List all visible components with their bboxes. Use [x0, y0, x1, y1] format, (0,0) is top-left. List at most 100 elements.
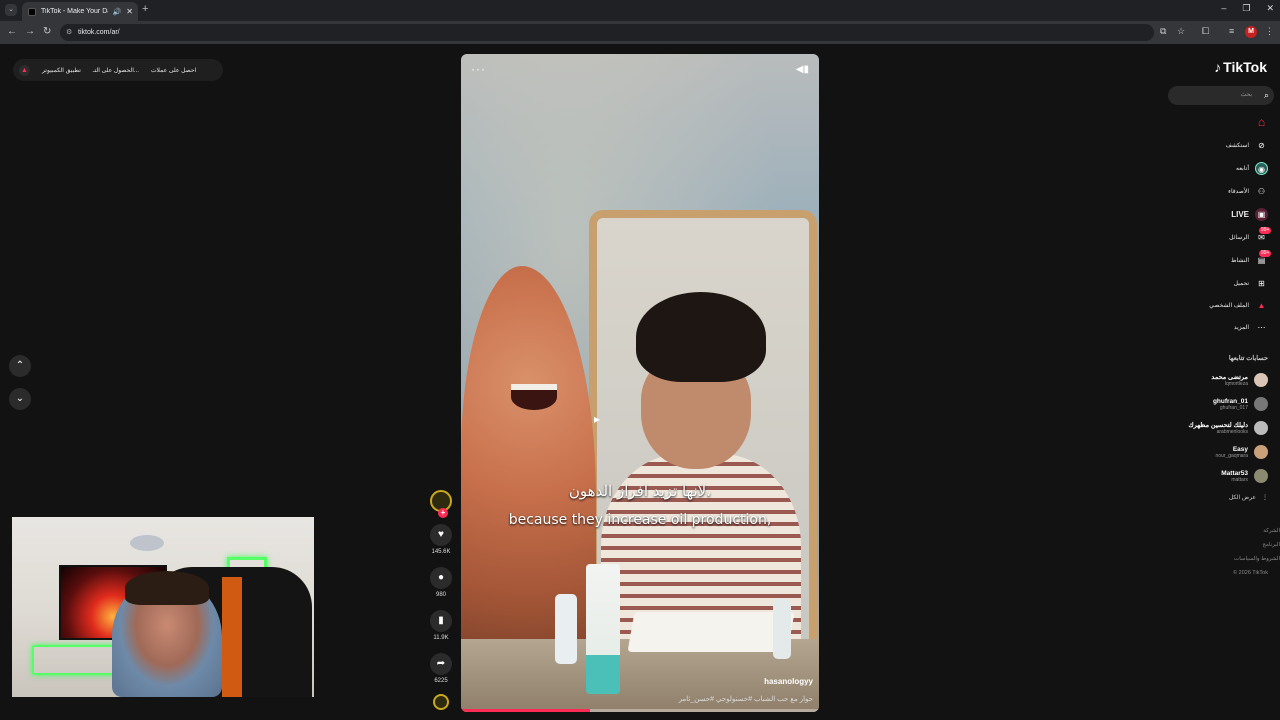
sidebar-item-more[interactable]: المزيد ⋯: [1234, 318, 1268, 336]
sidebar-item-activity[interactable]: النشاط ▤ 99+: [1230, 249, 1272, 269]
video-player[interactable]: ··· ◀▮ لانها تزيد افراز الدهون، because …: [461, 54, 819, 712]
bookmark-icon[interactable]: ▮: [430, 610, 452, 632]
notification-badge: 99+: [1259, 226, 1272, 234]
media-controls-icon[interactable]: ≡: [1229, 26, 1234, 36]
video-bottle-2: [773, 599, 791, 659]
like-heart-icon[interactable]: ♥: [430, 524, 452, 546]
follow-plus-icon[interactable]: +: [438, 508, 448, 518]
live-icon: ▣: [1255, 207, 1268, 221]
video-boy-hair: [636, 292, 766, 382]
footer-link[interactable]: البرنامج: [1220, 542, 1280, 548]
video-progress-bar[interactable]: [461, 709, 819, 712]
sidebar-item-friends[interactable]: الأصدقاء ⚇: [1228, 182, 1268, 200]
subtitle-arabic: لانها تزيد افراز الدهون،: [568, 482, 712, 500]
account-username: arabmenlooks: [1216, 429, 1248, 435]
compass-icon: ⊘: [1258, 140, 1265, 150]
footer-link: © 2026 TikTok: [1233, 570, 1268, 576]
sidebar-item-messages[interactable]: الرسائل ✉ 99+: [1229, 226, 1272, 246]
volume-icon[interactable]: ◀▮: [796, 64, 809, 75]
account-username: lqmortleza: [1224, 381, 1248, 387]
see-all-label: عرض الكل: [1228, 495, 1256, 501]
new-tab-button[interactable]: +: [142, 3, 148, 15]
sidebar-item-compass[interactable]: استكشف ⊘: [1226, 136, 1268, 154]
previous-video-button[interactable]: ⌃: [9, 355, 31, 377]
sidebar-item-upload[interactable]: تحميل ⊞: [1234, 274, 1268, 292]
video-book: [627, 612, 795, 652]
music-disc-icon[interactable]: [433, 694, 449, 710]
close-tab-icon[interactable]: ✕: [126, 7, 133, 16]
avatar: [1254, 445, 1268, 459]
url-text: tiktok.com/ar/: [78, 29, 120, 36]
forward-icon[interactable]: →: [25, 26, 35, 37]
sidebar-item-label: المزيد: [1233, 324, 1249, 331]
following-title: حسابات تتابعها: [1228, 355, 1268, 362]
sidebar-item-label: استكشف: [1225, 142, 1249, 149]
footer-link[interactable]: الشركة: [1220, 528, 1280, 534]
speaker-icon[interactable]: 🔊: [113, 8, 122, 16]
sidebar-item-label: النشاط: [1230, 257, 1249, 264]
messages-icon: ✉ 99+: [1258, 226, 1272, 242]
footer-link[interactable]: الشروط والسياسات: [1220, 556, 1280, 562]
following-account[interactable]: Easy nour_gaqmara: [1215, 442, 1268, 462]
tiktok-note-icon: ♪: [1214, 59, 1222, 75]
sidebar-item-live[interactable]: LIVE ▣: [1231, 205, 1268, 223]
following-account[interactable]: مرتضى محمد lqmortleza: [1211, 370, 1268, 390]
sidebar-item-profile[interactable]: الملف الشخصي ▲: [1209, 296, 1268, 314]
mouse-cursor-icon: ▸: [594, 412, 601, 426]
ceiling-lamp: [130, 535, 164, 551]
get-app-link[interactable]: الحصول على التـ...: [93, 67, 139, 74]
logo-text: TikTok: [1223, 59, 1267, 75]
browser-tabstrip: ⌄ TikTok - Make Your Day 🔊 ✕ + – ❐ ✕: [0, 0, 1280, 21]
account-name: Mattar53: [1221, 469, 1248, 477]
tiktok-favicon-icon: [28, 7, 36, 16]
creator-avatar[interactable]: +: [430, 490, 452, 518]
minimize-icon[interactable]: –: [1221, 3, 1226, 14]
following-account[interactable]: دليلك لتحسين مظهرك arabmenlooks: [1188, 418, 1268, 438]
bookmark-star-icon[interactable]: ☆: [1177, 26, 1185, 37]
friends-icon: ⚇: [1257, 186, 1266, 196]
alert-icon[interactable]: ▲: [19, 64, 30, 76]
following-account[interactable]: Mattar53 mattarx: [1221, 466, 1268, 486]
video-author[interactable]: hasanologyy: [764, 677, 813, 686]
avatar: [1254, 373, 1268, 387]
account-text: مرتضى محمد lqmortleza: [1211, 373, 1248, 387]
desktop-app-link[interactable]: تطبيق الكمبيوتر: [42, 67, 81, 74]
see-all-link[interactable]: عرض الكل ⋮: [1229, 494, 1268, 501]
next-video-button[interactable]: ⌄: [9, 388, 31, 410]
share-arrow-icon[interactable]: ➦: [430, 653, 452, 675]
sidebar-item-following[interactable]: أتابعه ◉: [1236, 159, 1268, 177]
extensions-icon[interactable]: ⧠: [1202, 26, 1209, 37]
close-window-icon[interactable]: ✕: [1266, 3, 1274, 14]
account-username: ghufran_017: [1219, 404, 1248, 411]
search-input[interactable]: بحث ⌕: [1168, 86, 1274, 105]
webcam-overlay: [12, 517, 314, 697]
tiktok-logo[interactable]: ♪ TikTok: [1214, 59, 1267, 75]
comment-icon[interactable]: ●: [430, 567, 452, 589]
sidebar-item-label: الأصدقاء: [1228, 188, 1249, 195]
video-more-icon[interactable]: ···: [471, 62, 486, 76]
install-app-icon[interactable]: ⧉: [1160, 26, 1166, 37]
tab-search-icon[interactable]: ⌄: [5, 4, 17, 16]
reload-icon[interactable]: ↻: [43, 26, 51, 37]
search-icon[interactable]: ⌕: [1264, 86, 1269, 105]
following-account[interactable]: ghufran_01 ghufran_017: [1213, 394, 1268, 414]
browser-tab[interactable]: TikTok - Make Your Day 🔊 ✕: [22, 2, 138, 21]
site-info-icon[interactable]: ⚙: [66, 24, 72, 41]
restore-icon[interactable]: ❐: [1242, 3, 1250, 14]
browser-menu-icon[interactable]: ⋮: [1265, 26, 1274, 37]
sidebar-item-label: الرسائل: [1229, 234, 1249, 241]
get-coins-link[interactable]: احصل على عملات: [151, 67, 196, 74]
browser-toolbar: ← → ↻ ⚙ tiktok.com/ar/ ⧉ ☆ ⧠ ≡ M ⋮: [0, 21, 1280, 44]
sidebar-item-label: LIVE: [1231, 209, 1249, 219]
account-text: دليلك لتحسين مظهرك arabmenlooks: [1188, 421, 1248, 435]
subtitle-english: because they increase oil production,: [508, 512, 772, 528]
profile-avatar[interactable]: M: [1245, 26, 1257, 38]
comment-count: 980: [435, 592, 446, 598]
back-icon[interactable]: ←: [7, 26, 17, 37]
address-bar[interactable]: ⚙ tiktok.com/ar/: [60, 24, 1154, 41]
sidebar-item-home[interactable]: ⌂: [1249, 113, 1268, 131]
account-name: مرتضى محمد: [1211, 374, 1248, 381]
video-progress-fill: [461, 709, 590, 712]
streamer-hair: [125, 571, 209, 605]
video-description: حوار مع حب الشباب #حسنولوجي #حسن_ثامر: [678, 696, 813, 703]
